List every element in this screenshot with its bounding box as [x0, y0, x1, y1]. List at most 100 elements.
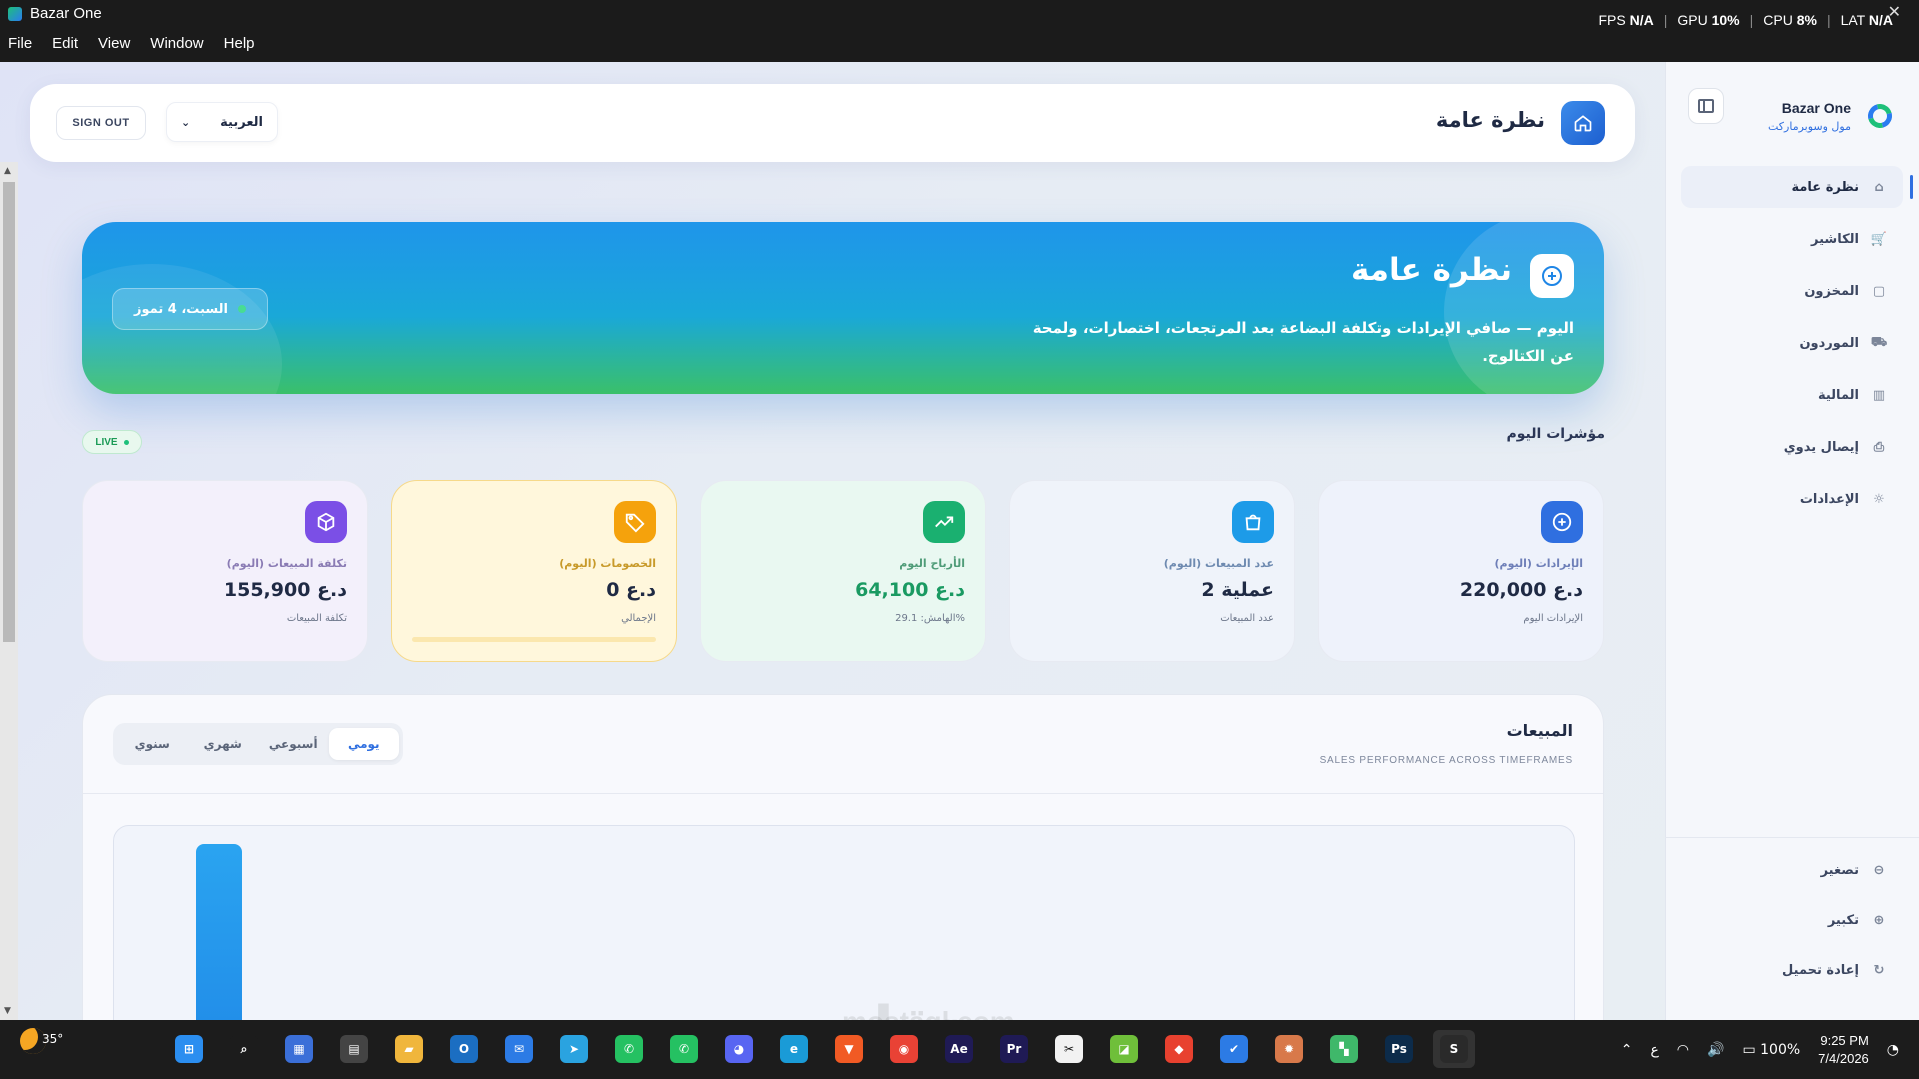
after-effects-icon[interactable]: Ae [938, 1030, 980, 1068]
truck-icon: ⛟ [1870, 334, 1888, 350]
scroll-thumb[interactable] [3, 182, 15, 642]
discord-icon[interactable]: ◕ [718, 1030, 760, 1068]
close-overlay-icon[interactable]: ✕ [1888, 2, 1901, 21]
volume-icon[interactable]: 🔊 [1707, 1042, 1724, 1058]
taskbar-glyph: ◆ [1165, 1035, 1193, 1063]
outlook-icon[interactable]: O [443, 1030, 485, 1068]
gear-icon: ☼ [1873, 491, 1885, 507]
app-green-icon[interactable]: ◪ [1103, 1030, 1145, 1068]
kpi-sub: تكلفة المبيعات [286, 613, 347, 624]
taskbar-glyph: Ps [1385, 1035, 1413, 1063]
edge-icon[interactable]: e [773, 1030, 815, 1068]
menu-bar: File Edit View Window Help [8, 35, 255, 52]
home-icon: ⌂ [1874, 179, 1884, 195]
home-button[interactable] [1561, 101, 1605, 145]
taskbar-glyph: ▤ [340, 1035, 368, 1063]
sidebar-item-inventory[interactable]: المخزون ▢ [1681, 270, 1903, 312]
battery-icon: ▭ [1742, 1042, 1756, 1058]
notification-bell-icon[interactable]: ◔ [1887, 1042, 1899, 1058]
wifi-icon[interactable]: ◠ [1677, 1042, 1689, 1058]
kpi-label: تكلفة المبيعات (اليوم) [226, 557, 347, 570]
divider [83, 793, 1603, 794]
sidebar-item-overview[interactable]: نظرة عامة ⌂ [1681, 166, 1913, 208]
telegram-icon[interactable]: ➤ [553, 1030, 595, 1068]
battery-percent: 100% [1760, 1042, 1801, 1058]
taskbar-glyph: O [450, 1035, 478, 1063]
sidebar-item-cashier[interactable]: الكاشير 🛒 [1681, 218, 1903, 260]
sidebar-item-finance[interactable]: المالية ▥ [1681, 374, 1903, 416]
tab-monthly[interactable]: شهري [188, 728, 259, 760]
reload-button[interactable]: إعادة تحميل ↻ [1681, 950, 1903, 990]
kpi-label: الإيرادات (اليوم) [1494, 557, 1583, 570]
sign-out-button[interactable]: SIGN OUT [56, 106, 146, 140]
hero-plus-icon [1530, 254, 1574, 298]
calculator-icon[interactable]: ▤ [333, 1030, 375, 1068]
kpi-card-profit[interactable]: الأرباح اليوم 64,100 د.ع الهامش: 29.1% [700, 480, 986, 662]
search-icon[interactable]: ⌕ [223, 1030, 265, 1068]
sidebar-item-label: الإعدادات [1799, 491, 1859, 507]
input-language[interactable]: ع [1650, 1042, 1658, 1058]
scrollbar[interactable]: ▲ ▼ [0, 162, 18, 1020]
sales-bar[interactable] [196, 844, 242, 1020]
tab-yearly[interactable]: سنوي [117, 728, 188, 760]
menu-file[interactable]: File [8, 35, 32, 52]
sidebar-item-label: تكبير [1827, 912, 1859, 928]
brave-icon[interactable]: ▼ [828, 1030, 870, 1068]
sidebar-item-label: الموردون [1799, 335, 1859, 351]
battery-indicator[interactable]: ▭ 100% [1742, 1042, 1800, 1058]
menu-help[interactable]: Help [224, 35, 255, 52]
kpi-card-sales-count[interactable]: عدد المبيعات (اليوم) 2 عملية عدد المبيعا… [1009, 480, 1295, 662]
sales-chart-svg [196, 844, 242, 1020]
zoom-out-button[interactable]: تصغير ⊖ [1681, 850, 1903, 890]
check-app-icon[interactable]: ✔ [1213, 1030, 1255, 1068]
hero-title: نظرة عامة [1350, 252, 1512, 288]
claude-icon[interactable]: ✹ [1268, 1030, 1310, 1068]
timeframe-tabs: سنوي شهري أسبوعي يومي [113, 723, 403, 765]
capcut-icon[interactable]: ✂ [1048, 1030, 1090, 1068]
hero-description: اليوم — صافي الإيرادات وتكلفة البضاعة بع… [1032, 319, 1574, 365]
zoom-in-button[interactable]: تكبير ⊕ [1681, 900, 1903, 940]
date-badge: السبت، 4 تموز [112, 288, 268, 330]
diamond-app-icon[interactable]: ◆ [1158, 1030, 1200, 1068]
home-icon [1574, 115, 1592, 132]
windows-start-icon[interactable]: ⊞ [168, 1030, 210, 1068]
cart-icon: 🛒 [1870, 231, 1888, 247]
sales-panel: المبيعات SALES PERFORMANCE ACROSS TIMEFR… [82, 694, 1604, 1020]
premiere-icon[interactable]: Pr [993, 1030, 1035, 1068]
tray-overflow-chevron-icon[interactable]: ⌃ [1621, 1042, 1633, 1058]
sidebar-item-settings[interactable]: الإعدادات ☼ [1681, 478, 1903, 520]
whatsapp-icon[interactable]: ✆ [608, 1030, 650, 1068]
sidebar-item-manual-receipt[interactable]: إيصال يدوي ⎙ [1681, 426, 1903, 468]
menu-window[interactable]: Window [150, 35, 203, 52]
sidebar-item-label: تصغير [1820, 862, 1859, 878]
taskbar-glyph: ✂ [1055, 1035, 1083, 1063]
language-select[interactable]: ⌄ العربية [166, 102, 278, 142]
tab-weekly[interactable]: أسبوعي [258, 728, 329, 760]
whatsapp-business-icon[interactable]: ✆ [663, 1030, 705, 1068]
store-icon[interactable]: ▦ [278, 1030, 320, 1068]
scroll-up-icon[interactable]: ▲ [4, 166, 11, 176]
taskbar-glyph: ▰ [395, 1035, 423, 1063]
scroll-down-icon[interactable]: ▼ [4, 1006, 11, 1016]
tab-daily[interactable]: يومي [328, 728, 399, 760]
sidebar-item-label: نظرة عامة [1791, 179, 1859, 195]
chrome-icon[interactable]: ◉ [883, 1030, 925, 1068]
kpi-card-revenue[interactable]: الإيرادات (اليوم) 220,000 د.ع الإيرادات … [1318, 480, 1604, 662]
blocks-app-icon[interactable]: ▚ [1323, 1030, 1365, 1068]
taskbar-glyph: e [780, 1035, 808, 1063]
menu-view[interactable]: View [98, 35, 130, 52]
mail-icon[interactable]: ✉ [498, 1030, 540, 1068]
fps-readout: FPS N/A [1598, 12, 1654, 28]
menu-edit[interactable]: Edit [52, 35, 78, 52]
sales-title: المبيعات [1506, 721, 1573, 740]
folder-icon[interactable]: ▰ [388, 1030, 430, 1068]
kpi-card-discounts[interactable]: الخصومات (اليوم) 0 د.ع الإجمالي [391, 480, 677, 662]
taskbar-glyph: ▚ [1330, 1035, 1358, 1063]
taskbar-glyph: ➤ [560, 1035, 588, 1063]
photoshop-icon[interactable]: Ps [1378, 1030, 1420, 1068]
clock[interactable]: 9:25 PM 7/4/2026 [1818, 1032, 1869, 1068]
bazar-one-icon[interactable]: S [1433, 1030, 1475, 1068]
brand: Bazar One مول وسوبرماركت [1685, 86, 1895, 146]
kpi-card-cost[interactable]: تكلفة المبيعات (اليوم) 155,900 د.ع تكلفة… [82, 480, 368, 662]
sidebar-item-suppliers[interactable]: الموردون ⛟ [1681, 322, 1903, 364]
